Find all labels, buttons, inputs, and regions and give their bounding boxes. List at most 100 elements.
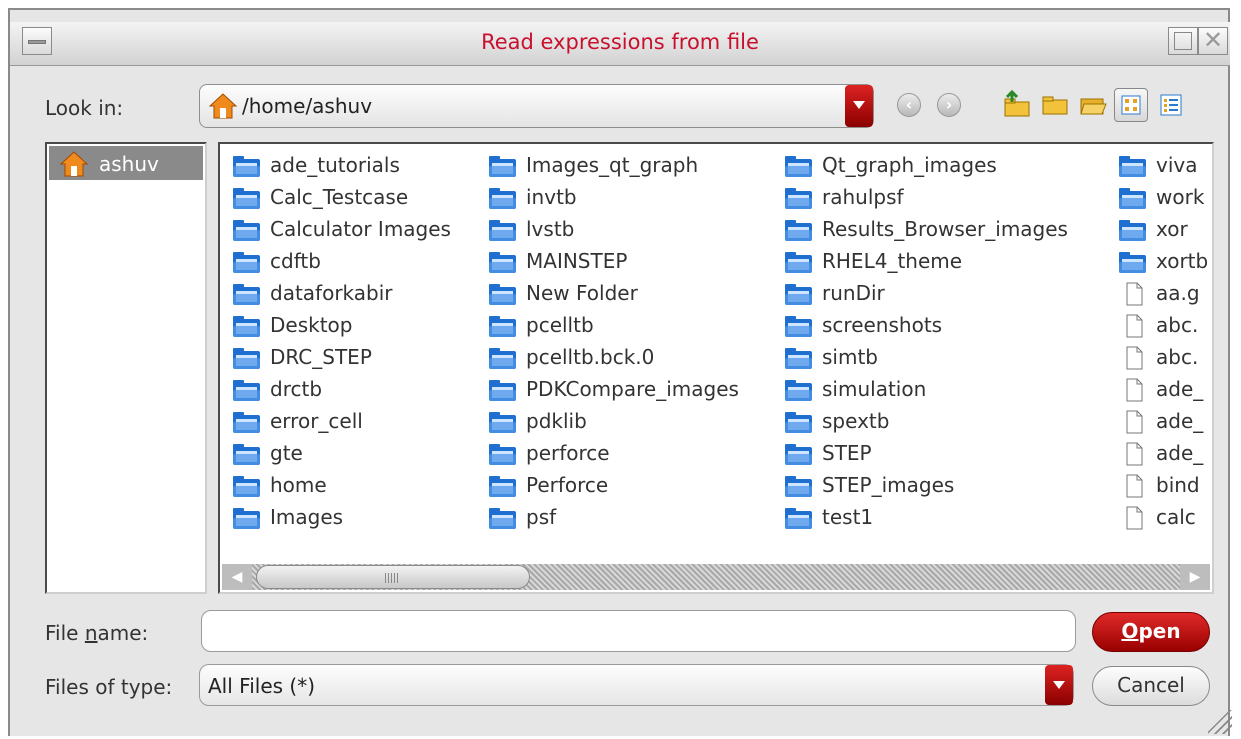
horizontal-scrollbar[interactable]: ◀ ▶ <box>222 564 1210 590</box>
file-list-item-label: STEP <box>822 441 872 465</box>
home-icon <box>59 151 89 177</box>
file-icon <box>1126 346 1143 370</box>
detail-view-icon <box>1160 94 1182 116</box>
resize-grip[interactable] <box>1208 710 1232 734</box>
folder-icon <box>785 508 812 529</box>
forward-button[interactable]: › <box>932 88 966 122</box>
look-in-combo[interactable]: /home/ashuv <box>199 84 874 128</box>
file-list-item-label: test1 <box>822 505 874 529</box>
file-list-item-label: Calculator Images <box>270 217 451 241</box>
folder-icon <box>233 188 260 209</box>
file-list-item-label: bind <box>1156 473 1200 497</box>
folder-icon <box>489 316 516 337</box>
file-list-item-label: viva <box>1156 153 1198 177</box>
folder-icon <box>1119 156 1146 177</box>
file-list-item-label: simtb <box>822 345 878 369</box>
folder-icon <box>233 348 260 369</box>
file-name-label: File name: <box>45 621 149 645</box>
folder-icon <box>785 220 812 241</box>
file-name-input[interactable] <box>201 610 1076 652</box>
open-folder-icon <box>1080 98 1107 115</box>
file-list-item-label: Results_Browser_images <box>822 217 1068 241</box>
sidebar-panel: ashuv <box>45 142 207 594</box>
file-list-item-label: pcelltb <box>526 313 594 337</box>
open-folder-button[interactable] <box>1076 88 1110 122</box>
up-folder-button[interactable] <box>1000 88 1034 122</box>
folder-icon <box>489 284 516 305</box>
new-folder-icon <box>1042 96 1068 115</box>
file-list-item-label: psf <box>526 505 557 529</box>
look-in-label: Look in: <box>45 96 124 120</box>
file-list-item-label: Calc_Testcase <box>270 185 409 209</box>
file-list-item-label: xortb <box>1156 249 1209 273</box>
file-list-item-label: runDir <box>822 281 885 305</box>
file-icon <box>1126 506 1143 530</box>
file-list-item-label: lvstb <box>526 217 575 241</box>
detail-view-button[interactable] <box>1154 88 1188 122</box>
home-icon <box>208 93 238 119</box>
list-view-button[interactable] <box>1114 88 1148 122</box>
folder-icon <box>785 348 812 369</box>
file-list-item-label: screenshots <box>822 313 943 337</box>
folder-icon <box>785 316 812 337</box>
scroll-right-arrow[interactable]: ▶ <box>1180 564 1210 590</box>
open-button[interactable]: Open <box>1092 612 1210 652</box>
folder-icon <box>489 156 516 177</box>
folder-icon <box>233 284 260 305</box>
folder-icon <box>233 156 260 177</box>
maximize-button[interactable] <box>1168 27 1198 55</box>
file-list-item-label: spextb <box>822 409 890 433</box>
title-bar[interactable]: Read expressions from file ✕ <box>10 22 1230 66</box>
file-icon <box>1126 442 1143 466</box>
look-in-dropdown-arrow[interactable] <box>845 85 873 127</box>
file-list-item-label: home <box>270 473 327 497</box>
file-list[interactable]: ade_tutorials Calc_Testcase Calculator Ima… <box>218 142 1214 594</box>
file-list-item-label: dataforkabir <box>270 281 393 305</box>
folder-icon <box>489 508 516 529</box>
file-list-item-label: pdklib <box>526 409 587 433</box>
folder-icon <box>785 156 812 177</box>
file-type-combo[interactable]: All Files (*) <box>199 664 1074 706</box>
file-list-item-label: ade_ <box>1156 409 1204 433</box>
close-button[interactable]: ✕ <box>1198 27 1228 55</box>
new-folder-button[interactable] <box>1038 88 1072 122</box>
file-list-item-label: pcelltb.bck.0 <box>526 345 655 369</box>
file-type-dropdown-arrow[interactable] <box>1045 665 1073 705</box>
file-list-item-label: perforce <box>526 441 610 465</box>
file-list-item-label: Perforce <box>526 473 609 497</box>
file-list-item-label: drctb <box>270 377 323 401</box>
folder-icon <box>785 252 812 273</box>
folder-icon <box>785 380 812 401</box>
file-list-item-label: Images <box>270 505 344 529</box>
file-list-item-label: ade_tutorials <box>270 153 400 177</box>
file-list-item-label: cdftb <box>270 249 321 273</box>
folder-icon <box>1119 252 1146 273</box>
folder-icon <box>233 508 260 529</box>
folder-icon <box>785 188 812 209</box>
file-list-item-label: aa.g <box>1156 281 1200 305</box>
file-icon <box>1126 474 1143 498</box>
folder-icon <box>489 444 516 465</box>
file-list-item-label: ade_ <box>1156 377 1204 401</box>
folder-icon <box>785 476 812 497</box>
folder-icon <box>489 412 516 433</box>
cancel-button[interactable]: Cancel <box>1092 666 1210 706</box>
file-icon <box>1126 282 1143 306</box>
back-button[interactable]: ‹ <box>892 88 926 122</box>
folder-icon <box>785 444 812 465</box>
scroll-left-arrow[interactable]: ◀ <box>222 564 252 590</box>
folder-up-icon <box>1004 89 1030 117</box>
folder-icon <box>233 252 260 273</box>
window-title: Read expressions from file <box>481 30 759 54</box>
sidebar-item-ashuv[interactable]: ashuv <box>49 146 203 180</box>
file-list-item-label: STEP_images <box>822 473 955 497</box>
file-list-item-label: PDKCompare_images <box>526 377 739 401</box>
folder-icon <box>785 412 812 433</box>
file-list-item-label: ade_ <box>1156 441 1204 465</box>
file-list-item-label: Desktop <box>270 313 353 337</box>
file-list-item-label: invtb <box>526 185 577 209</box>
file-icon <box>1126 378 1143 402</box>
file-list-item-label: MAINSTEP <box>526 249 628 273</box>
file-list-item-label: error_cell <box>270 409 363 433</box>
scrollbar-thumb[interactable] <box>256 565 530 589</box>
